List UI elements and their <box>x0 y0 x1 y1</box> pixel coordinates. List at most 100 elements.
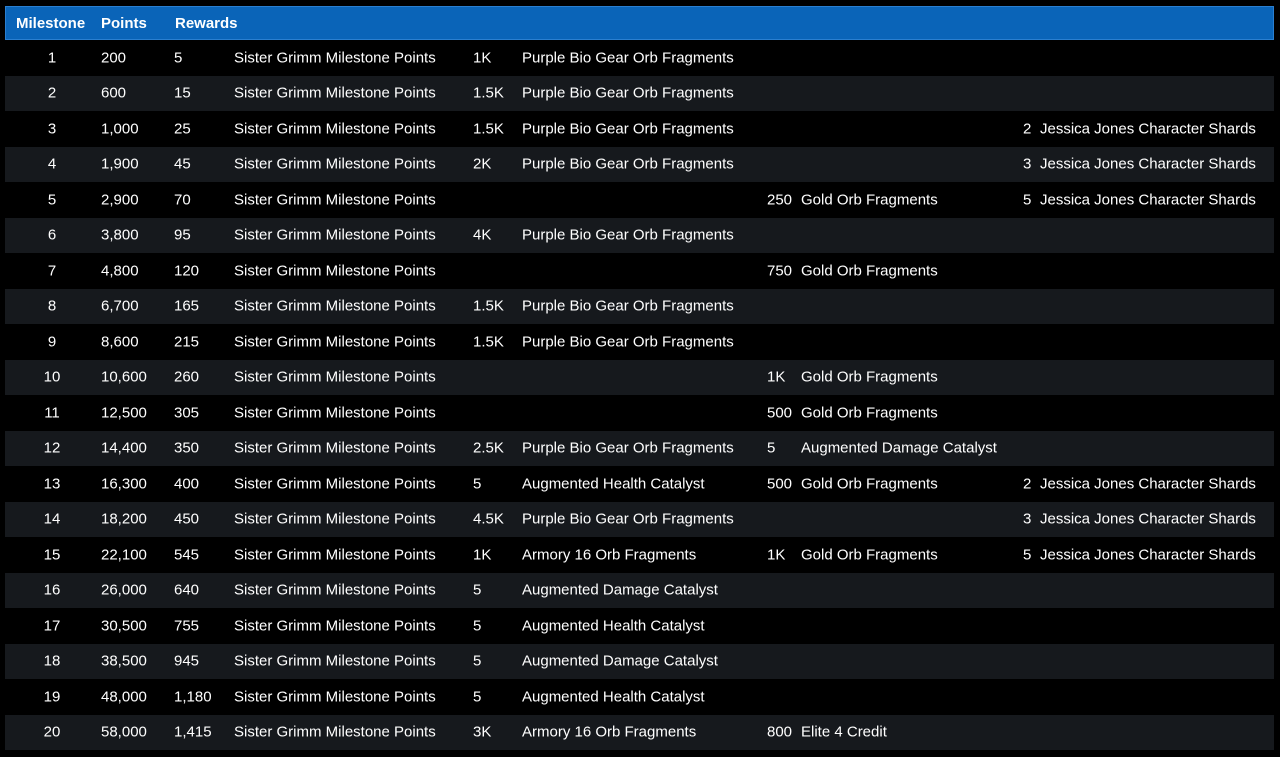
reward-4-qty: 5 <box>1023 546 1032 564</box>
reward-1-name: Sister Grimm Milestone Points <box>234 120 436 138</box>
reward-1-name: Sister Grimm Milestone Points <box>234 439 436 457</box>
milestone-cell: 8 <box>47 297 57 315</box>
reward-2-qty: 1.5K <box>473 120 504 138</box>
reward-1-qty: 1,415 <box>174 723 212 741</box>
table-row: 3 1,000 25 Sister Grimm Milestone Points 1.5… <box>5 111 1274 147</box>
reward-1-name: Sister Grimm Milestone Points <box>234 333 436 351</box>
reward-4-qty: 5 <box>1023 191 1032 209</box>
reward-2-name: Purple Bio Gear Orb Fragments <box>522 297 734 315</box>
reward-1-name: Sister Grimm Milestone Points <box>234 510 436 528</box>
reward-2-name: Purple Bio Gear Orb Fragments <box>522 510 734 528</box>
points-cell: 38,500 <box>101 652 147 670</box>
reward-1-name: Sister Grimm Milestone Points <box>234 617 436 635</box>
reward-1-name: Sister Grimm Milestone Points <box>234 155 436 173</box>
reward-1-name: Sister Grimm Milestone Points <box>234 688 436 706</box>
reward-4-qty: 3 <box>1023 510 1032 528</box>
milestone-cell: 12 <box>43 439 61 457</box>
reward-1-name: Sister Grimm Milestone Points <box>234 404 436 422</box>
points-cell: 600 <box>101 84 127 102</box>
reward-2-qty: 1.5K <box>473 333 504 351</box>
reward-1-qty: 25 <box>174 120 191 138</box>
reward-3-qty: 250 <box>767 191 793 209</box>
reward-3-name: Gold Orb Fragments <box>801 546 938 564</box>
reward-1-qty: 95 <box>174 226 191 244</box>
reward-1-qty: 545 <box>174 546 200 564</box>
reward-4-name: Jessica Jones Character Shards <box>1040 191 1256 209</box>
milestone-cell: 10 <box>43 368 61 386</box>
points-cell: 10,600 <box>101 368 147 386</box>
milestone-cell: 1 <box>47 49 57 67</box>
reward-1-name: Sister Grimm Milestone Points <box>234 475 436 493</box>
milestone-cell: 20 <box>43 723 61 741</box>
reward-2-qty: 4.5K <box>473 510 504 528</box>
reward-1-qty: 215 <box>174 333 200 351</box>
points-cell: 18,200 <box>101 510 147 528</box>
reward-2-qty: 5 <box>473 617 482 635</box>
points-cell: 1,900 <box>101 155 139 173</box>
reward-2-name: Purple Bio Gear Orb Fragments <box>522 120 734 138</box>
table-row: 2 600 15 Sister Grimm Milestone Points 1.5K P… <box>5 75 1274 111</box>
milestone-cell: 13 <box>43 475 61 493</box>
points-cell: 4,800 <box>101 262 139 280</box>
reward-4-qty: 2 <box>1023 475 1032 493</box>
reward-2-name: Augmented Health Catalyst <box>522 688 705 706</box>
reward-3-name: Gold Orb Fragments <box>801 404 938 422</box>
reward-2-name: Purple Bio Gear Orb Fragments <box>522 84 734 102</box>
reward-1-name: Sister Grimm Milestone Points <box>234 49 436 67</box>
points-cell: 200 <box>101 49 127 67</box>
reward-3-qty: 5 <box>767 439 776 457</box>
reward-3-name: Augmented Damage Catalyst <box>801 439 997 457</box>
milestone-cell: 2 <box>47 84 57 102</box>
reward-2-qty: 5 <box>473 652 482 670</box>
reward-1-name: Sister Grimm Milestone Points <box>234 723 436 741</box>
reward-4-name: Jessica Jones Character Shards <box>1040 510 1256 528</box>
points-cell: 1,000 <box>101 120 139 138</box>
reward-3-qty: 1K <box>767 546 786 564</box>
reward-2-qty: 2.5K <box>473 439 504 457</box>
reward-4-name: Jessica Jones Character Shards <box>1040 155 1256 173</box>
table-row: 9 8,600 215 Sister Grimm Milestone Points 1.… <box>5 324 1274 360</box>
table-row: 17 30,500 755 Sister Grimm Milestone Points… <box>5 608 1274 644</box>
reward-1-name: Sister Grimm Milestone Points <box>234 368 436 386</box>
reward-1-qty: 70 <box>174 191 191 209</box>
points-cell: 3,800 <box>101 226 139 244</box>
points-cell: 16,300 <box>101 475 147 493</box>
reward-3-qty: 750 <box>767 262 793 280</box>
reward-1-qty: 945 <box>174 652 200 670</box>
reward-4-qty: 3 <box>1023 155 1032 173</box>
reward-4-qty: 2 <box>1023 120 1032 138</box>
reward-1-name: Sister Grimm Milestone Points <box>234 191 436 209</box>
table-row: 20 58,000 1,415 Sister Grimm Milestone Poin… <box>5 714 1274 750</box>
header-points: Points <box>101 15 147 32</box>
reward-1-qty: 755 <box>174 617 200 635</box>
points-cell: 2,900 <box>101 191 139 209</box>
milestone-cell: 9 <box>47 333 57 351</box>
table-row: 15 22,100 545 Sister Grimm Milestone Points… <box>5 537 1274 573</box>
header-milestone: Milestone <box>16 15 86 32</box>
reward-1-name: Sister Grimm Milestone Points <box>234 546 436 564</box>
reward-2-name: Purple Bio Gear Orb Fragments <box>522 439 734 457</box>
milestone-cell: 7 <box>47 262 57 280</box>
table-row: 19 48,000 1,180 Sister Grimm Milestone Poin… <box>5 679 1274 715</box>
reward-2-qty: 5 <box>473 581 482 599</box>
reward-1-qty: 1,180 <box>174 688 212 706</box>
table-row: 16 26,000 640 Sister Grimm Milestone Points… <box>5 572 1274 608</box>
reward-2-qty: 3K <box>473 723 492 741</box>
reward-2-name: Purple Bio Gear Orb Fragments <box>522 49 734 67</box>
reward-3-qty: 1K <box>767 368 786 386</box>
reward-2-qty: 1.5K <box>473 297 504 315</box>
reward-2-name: Augmented Health Catalyst <box>522 475 705 493</box>
reward-2-qty: 1K <box>473 546 492 564</box>
reward-1-name: Sister Grimm Milestone Points <box>234 297 436 315</box>
milestone-cell: 19 <box>43 688 61 706</box>
milestone-cell: 11 <box>44 404 60 422</box>
reward-2-name: Augmented Damage Catalyst <box>522 581 718 599</box>
table-row: 4 1,900 45 Sister Grimm Milestone Points 2K P… <box>5 146 1274 182</box>
reward-2-name: Augmented Health Catalyst <box>522 617 705 635</box>
milestone-rewards-table: Milestone Points Rewards 1 200 5 Sister Gri… <box>5 6 1274 750</box>
reward-2-qty: 4K <box>473 226 492 244</box>
reward-3-qty: 800 <box>767 723 793 741</box>
reward-2-qty: 2K <box>473 155 492 173</box>
points-cell: 22,100 <box>101 546 147 564</box>
reward-1-qty: 120 <box>174 262 200 280</box>
